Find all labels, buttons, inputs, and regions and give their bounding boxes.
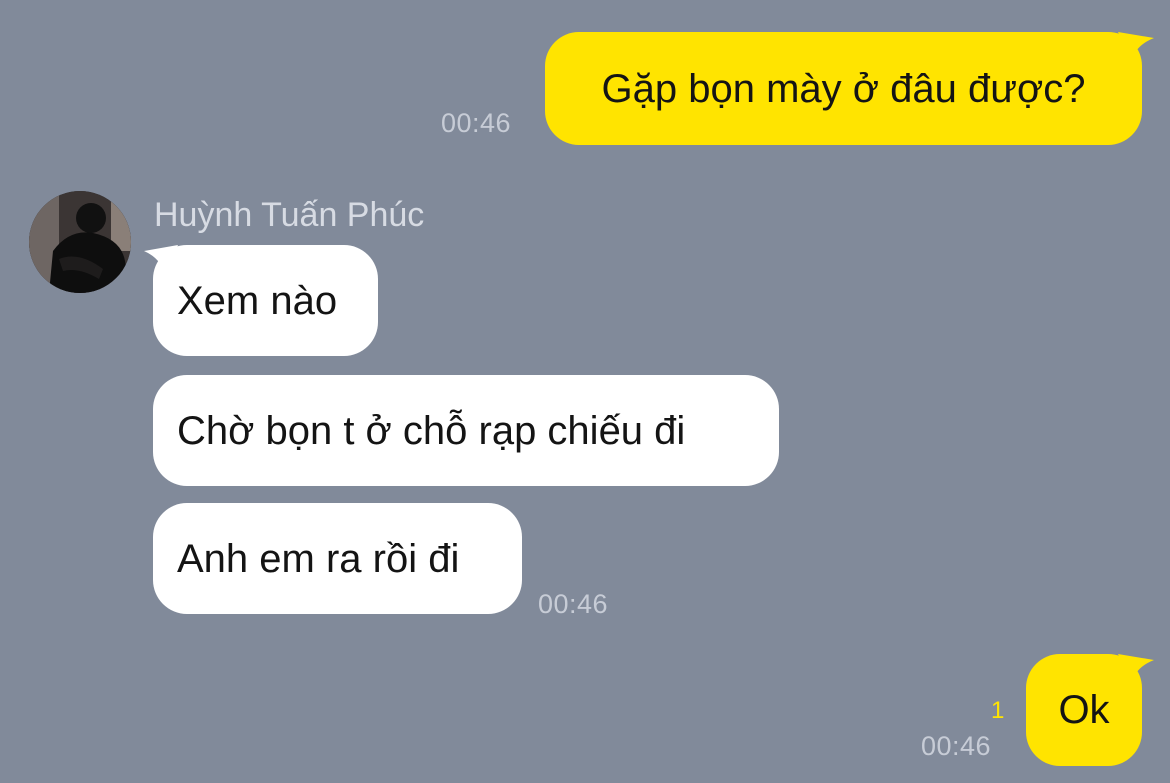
contact-avatar-photo-icon — [29, 191, 131, 293]
message-text: Anh em ra rồi đi — [177, 536, 460, 581]
message-text: Xem nào — [177, 278, 338, 323]
message-text: Chờ bọn t ở chỗ rạp chiếu đi — [177, 408, 686, 453]
incoming-message-bubble[interactable]: Xem nào — [153, 245, 378, 356]
incoming-message-bubble[interactable]: Anh em ra rồi đi — [153, 503, 522, 614]
chat-conversation[interactable]: 00:46 Gặp bọn mày ở đâu được? Huỳnh Tuấn… — [0, 0, 1170, 783]
message-text: Ok — [1058, 688, 1110, 732]
outgoing-bubble-tail — [1118, 32, 1154, 62]
message-text: Gặp bọn mày ở đâu được? — [601, 66, 1086, 111]
message-timestamp: 00:46 — [921, 731, 992, 761]
message-timestamp: 00:46 — [441, 108, 512, 138]
sender-name: Huỳnh Tuấn Phúc — [154, 196, 425, 234]
message-timestamp: 00:46 — [538, 589, 609, 619]
outgoing-bubble-tail — [1118, 654, 1154, 684]
contact-avatar[interactable] — [29, 191, 131, 293]
unread-count: 1 — [991, 697, 1005, 724]
outgoing-message-bubble[interactable]: Gặp bọn mày ở đâu được? — [545, 32, 1142, 145]
incoming-message-bubble[interactable]: Chờ bọn t ở chỗ rạp chiếu đi — [153, 375, 779, 486]
